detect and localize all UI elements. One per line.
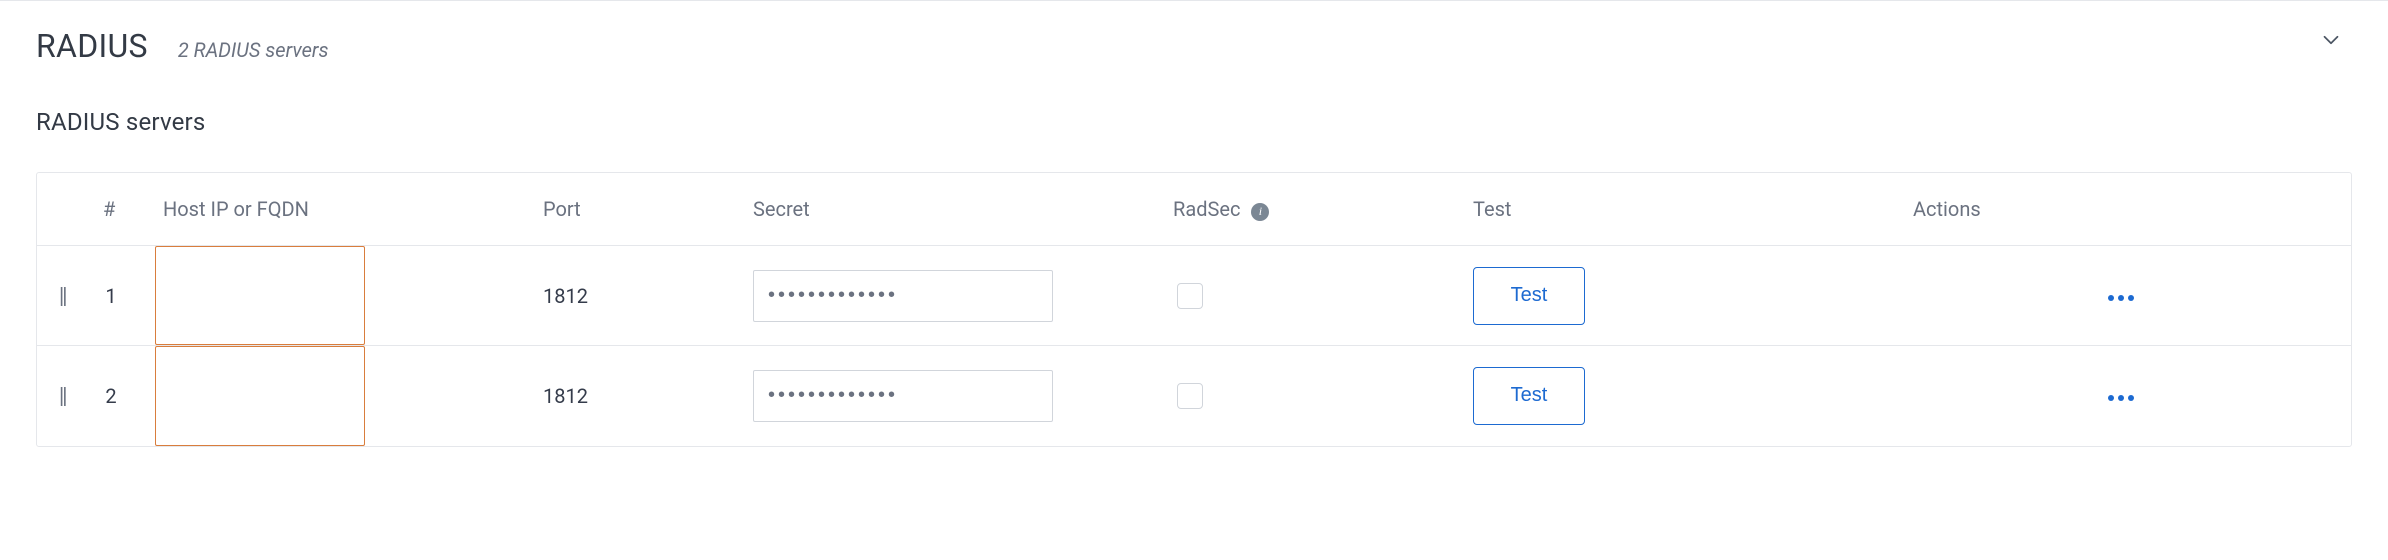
radius-servers-table-wrap: # Host IP or FQDN Port Secret RadSec i T…: [36, 172, 2352, 447]
host-input[interactable]: [155, 346, 365, 446]
table-row: || 1 1812 Tes: [37, 246, 2351, 346]
col-index: #: [81, 173, 141, 246]
col-secret: Secret: [731, 173, 1151, 246]
ellipsis-icon: [2108, 395, 2134, 401]
radsec-checkbox[interactable]: [1177, 383, 1203, 409]
secret-input[interactable]: [753, 270, 1053, 322]
col-test: Test: [1451, 173, 1891, 246]
test-button[interactable]: Test: [1473, 267, 1585, 325]
collapse-toggle[interactable]: [2314, 23, 2348, 57]
secret-input[interactable]: [753, 370, 1053, 422]
table-header-row: # Host IP or FQDN Port Secret RadSec i T…: [37, 173, 2351, 246]
section-title: RADIUS: [36, 29, 148, 64]
drag-handle-icon[interactable]: ||: [59, 385, 65, 408]
col-radsec-label: RadSec: [1173, 197, 1240, 221]
row-actions-menu[interactable]: [2100, 383, 2142, 410]
row-port: 1812: [521, 246, 731, 346]
chevron-down-icon: [2318, 27, 2344, 53]
section-server-count: 2 RADIUS servers: [178, 38, 329, 62]
radius-servers-table: # Host IP or FQDN Port Secret RadSec i T…: [37, 173, 2351, 446]
row-index: 2: [81, 346, 141, 446]
row-actions-menu[interactable]: [2100, 283, 2142, 310]
col-actions: Actions: [1891, 173, 2351, 246]
info-icon[interactable]: i: [1251, 203, 1269, 221]
row-port: 1812: [521, 346, 731, 446]
col-handle: [37, 173, 81, 246]
col-port: Port: [521, 173, 731, 246]
drag-handle-icon[interactable]: ||: [59, 285, 65, 308]
host-input[interactable]: [155, 246, 365, 345]
col-radsec: RadSec i: [1151, 173, 1451, 246]
table-heading: RADIUS servers: [36, 108, 2352, 136]
ellipsis-icon: [2108, 295, 2134, 301]
test-button[interactable]: Test: [1473, 367, 1585, 425]
radsec-checkbox[interactable]: [1177, 283, 1203, 309]
row-index: 1: [81, 246, 141, 346]
table-body: || 1 1812 Tes: [37, 246, 2351, 446]
radius-section: RADIUS 2 RADIUS servers RADIUS servers #: [0, 1, 2388, 487]
section-header: RADIUS 2 RADIUS servers: [36, 23, 2352, 64]
col-host: Host IP or FQDN: [141, 173, 521, 246]
table-row: || 2 1812 Tes: [37, 346, 2351, 446]
